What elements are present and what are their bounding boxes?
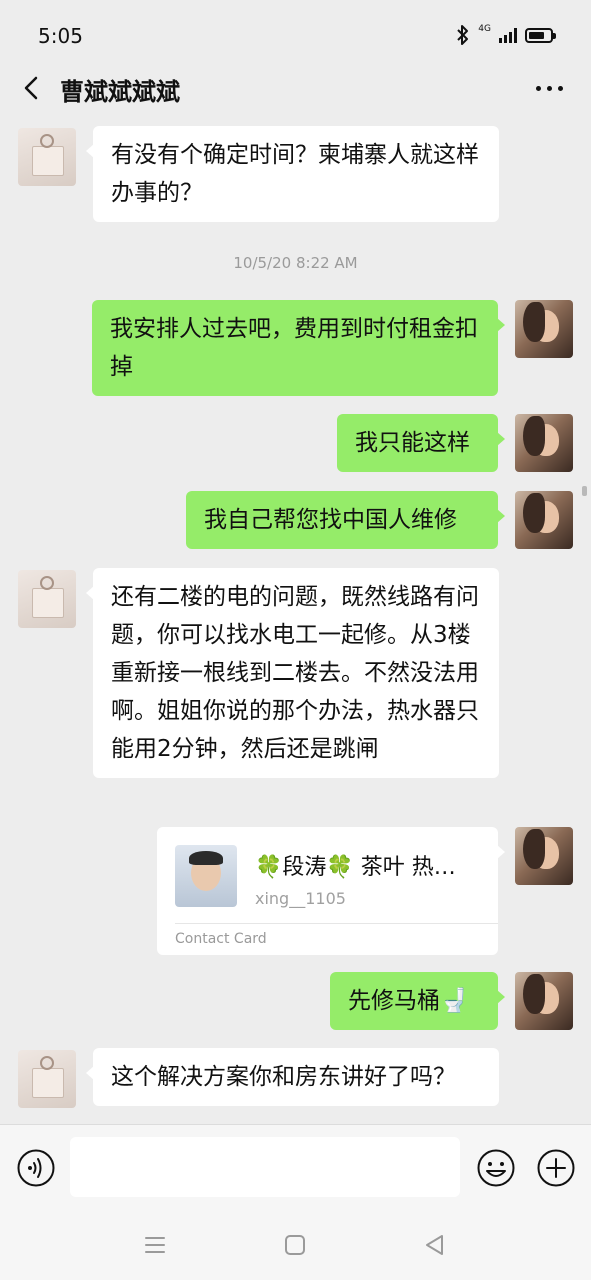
self-avatar[interactable] <box>515 414 573 472</box>
message-timestamp: 10/5/20 8:22 AM <box>233 254 358 272</box>
contact-avatar[interactable] <box>18 1050 76 1108</box>
network-type-label: 4G <box>478 23 491 34</box>
contact-avatar[interactable] <box>18 128 76 186</box>
contact-card-label: Contact Card <box>175 931 267 947</box>
bluetooth-icon <box>457 25 469 45</box>
menu-icon[interactable] <box>142 1232 168 1258</box>
self-avatar[interactable] <box>515 491 573 549</box>
home-icon[interactable] <box>282 1232 308 1258</box>
self-avatar[interactable] <box>515 972 573 1030</box>
sent-message-bubble[interactable]: 我自己帮您找中国人维修 <box>186 491 505 549</box>
back-triangle-icon[interactable] <box>422 1232 448 1258</box>
input-bar <box>0 1124 591 1210</box>
contact-card-name: 🍀段涛🍀 茶叶 热… <box>255 855 456 880</box>
chat-title: 曹斌斌斌斌 <box>60 78 180 106</box>
self-avatar[interactable] <box>515 300 573 358</box>
self-avatar[interactable] <box>515 827 573 885</box>
status-bar: 5:05 4G <box>0 0 591 70</box>
contact-card-avatar <box>175 845 237 907</box>
scrollbar[interactable] <box>582 486 587 496</box>
chevron-left-icon[interactable] <box>18 74 46 102</box>
signal-icon <box>499 27 517 43</box>
system-nav-bar <box>0 1210 591 1280</box>
contact-avatar[interactable] <box>18 570 76 628</box>
plus-icon[interactable] <box>537 1149 575 1187</box>
message-list[interactable]: 有没有个确定时间？柬埔寨人就这样办事的？ 10/5/20 8:22 AM 我安排… <box>0 116 591 1124</box>
sent-message-bubble[interactable]: 我安排人过去吧，费用到时付租金扣掉 <box>92 300 505 396</box>
received-message-bubble[interactable]: 这个解决方案你和房东讲好了吗？ <box>86 1048 499 1106</box>
contact-card[interactable]: 🍀段涛🍀 茶叶 热… xing__1105 Contact Card <box>157 827 505 955</box>
contact-card-divider <box>175 923 498 924</box>
voice-icon[interactable] <box>17 1149 55 1187</box>
received-message-bubble[interactable]: 有没有个确定时间？柬埔寨人就这样办事的？ <box>86 126 499 222</box>
sent-message-bubble[interactable]: 我只能这样 <box>337 414 505 472</box>
more-dots-icon[interactable] <box>536 86 563 91</box>
contact-card-id: xing__1105 <box>255 889 346 908</box>
battery-icon <box>525 27 556 43</box>
status-time: 5:05 <box>38 24 83 48</box>
message-input[interactable] <box>70 1137 460 1197</box>
status-icons: 4G <box>456 23 556 46</box>
emoji-icon[interactable] <box>477 1149 515 1187</box>
chat-header: 曹斌斌斌斌 <box>0 64 591 116</box>
sent-message-bubble[interactable]: 先修马桶🚽 <box>330 972 505 1030</box>
received-message-bubble[interactable]: 还有二楼的电的问题，既然线路有问题，你可以找水电工一起修。从3楼重新接一根线到二… <box>86 568 499 778</box>
